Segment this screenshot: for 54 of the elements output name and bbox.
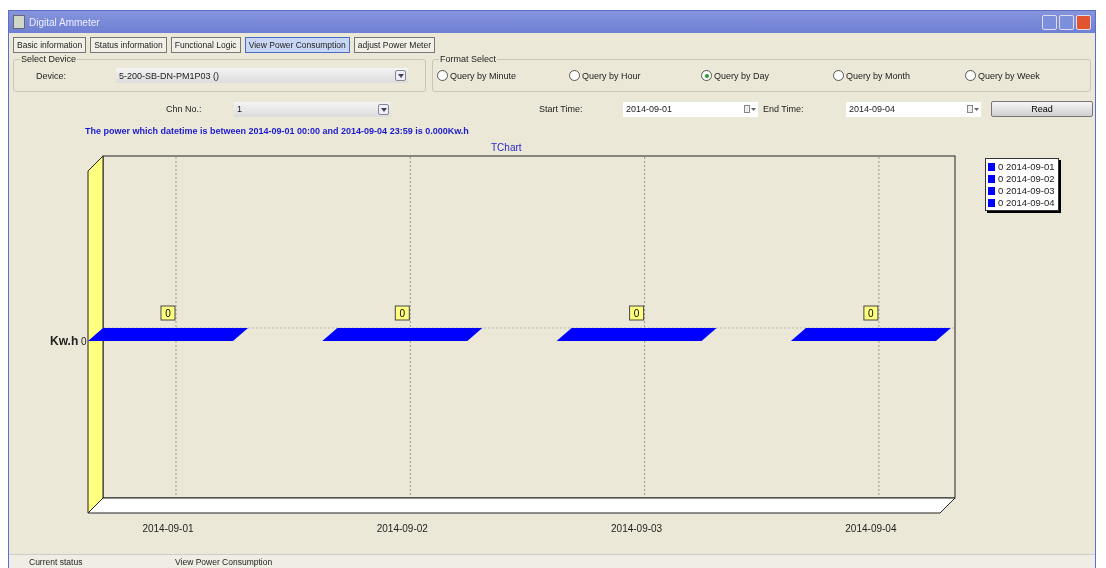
radio-option[interactable]: Query by Minute: [437, 70, 569, 81]
field-label: Start Time:: [539, 104, 584, 114]
value-label-background: [160, 305, 176, 321]
status-text: View Power Consumption: [175, 556, 273, 567]
tab[interactable]: adjust Power Meter: [353, 37, 436, 53]
value-label-background: [863, 305, 879, 321]
tab[interactable]: Functional Logic: [170, 37, 241, 53]
calendar-icon[interactable]: [744, 105, 756, 113]
result-message: The power which datetime is between 2014-09-01 00:00 and 2014-09-04 23:59 is 0.000Kw.h: [85, 126, 470, 136]
tick-label: 2014-09-01: [142, 523, 194, 534]
group-title: Select Device: [20, 54, 78, 64]
app-icon: [13, 15, 25, 29]
read-button[interactable]: Read: [991, 101, 1093, 117]
maximize-button[interactable]: [1059, 14, 1074, 30]
legend-label: 0 2014-09-02: [998, 173, 1055, 185]
tick-label: 0: [81, 336, 87, 347]
chart-title: TChart: [491, 142, 523, 153]
field-label: Device:: [35, 70, 67, 81]
group-title: Format Select: [439, 54, 498, 64]
value-label: 0: [868, 308, 874, 319]
tick-label: 2014-09-03: [611, 523, 663, 534]
status-text: Current status: [29, 556, 84, 567]
legend-label: 0 2014-09-04: [998, 197, 1055, 209]
device-dropdown[interactable]: 5-200-SB-DN-PM1P03 (): [116, 68, 408, 83]
tab[interactable]: View Power Consumption: [244, 37, 350, 53]
legend-swatch: [988, 175, 995, 183]
channel-dropdown[interactable]: 1: [234, 101, 391, 117]
radio-option[interactable]: Query by Hour: [569, 70, 701, 81]
legend-swatch: [988, 163, 995, 171]
value-label-background: [394, 305, 410, 321]
tab[interactable]: Status information: [90, 37, 167, 53]
field-label: Chn No.:: [166, 104, 203, 114]
tab[interactable]: Basic information: [13, 37, 87, 53]
legend-label: 0 2014-09-03: [998, 185, 1055, 197]
field-label: End Time:: [763, 104, 805, 114]
date-picker[interactable]: 2014-09-04: [846, 101, 981, 117]
legend-swatch: [988, 187, 995, 195]
value-label: 0: [165, 308, 171, 319]
axis-title: Kw.h: [50, 334, 79, 348]
legend-swatch: [988, 199, 995, 207]
window-title: Digital Ammeter: [29, 16, 100, 28]
minimize-button[interactable]: [1042, 14, 1057, 30]
radio-option[interactable]: Query by Day: [701, 70, 833, 81]
radio-option[interactable]: Query by Week: [965, 70, 1040, 81]
calendar-icon[interactable]: [967, 105, 979, 113]
date-picker[interactable]: 2014-09-01: [623, 101, 758, 117]
radio-option[interactable]: Query by Month: [833, 70, 965, 81]
value-label-background: [629, 305, 645, 321]
legend-label: 0 2014-09-01: [998, 161, 1055, 173]
tick-label: 2014-09-04: [845, 523, 897, 534]
tick-label: 2014-09-02: [376, 523, 428, 534]
value-label: 0: [633, 308, 640, 319]
value-label: 0: [399, 308, 406, 319]
close-button[interactable]: [1076, 14, 1091, 30]
